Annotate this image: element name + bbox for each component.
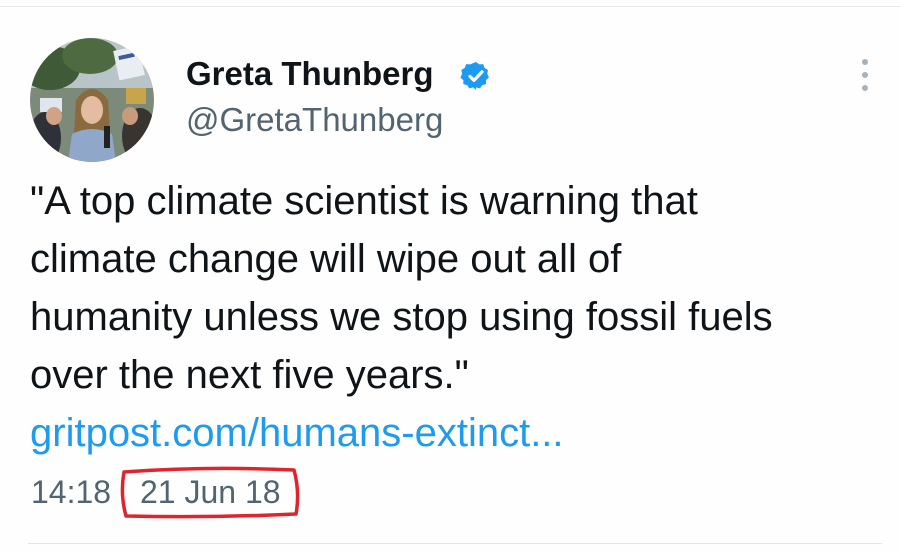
verified-badge-icon <box>460 62 489 90</box>
author-handle[interactable]: @GretaThunberg <box>186 101 443 139</box>
more-options-icon[interactable] <box>852 56 878 94</box>
tweet-date[interactable]: 21 Jun 18 <box>140 474 281 511</box>
profile-photo-icon <box>30 38 154 162</box>
bottom-divider <box>28 543 882 544</box>
author-name[interactable]: Greta Thunberg <box>186 55 434 93</box>
tweet-link[interactable]: gritpost.com/humans-extinct... <box>30 404 564 462</box>
tweet-card: Greta Thunberg @GretaThunberg "A top cli… <box>0 0 900 552</box>
avatar[interactable] <box>30 38 154 162</box>
tweet-text: "A top climate scientist is warning that… <box>30 179 773 397</box>
tweet-time[interactable]: 14:18 <box>31 474 111 511</box>
top-divider <box>0 6 900 7</box>
